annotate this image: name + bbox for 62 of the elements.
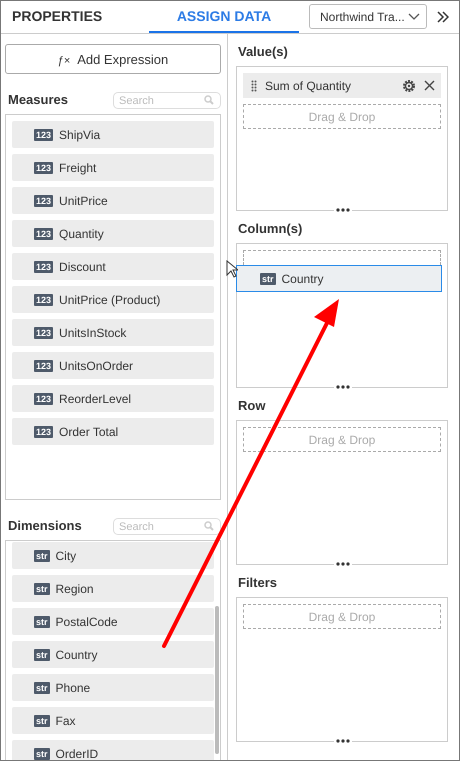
search-field[interactable]: Search (113, 92, 221, 109)
section-title: Dimensions (7, 518, 82, 532)
field-item[interactable]: str Fax (12, 707, 214, 734)
dragged-field: str Country (236, 265, 442, 292)
type-badge: str (34, 648, 50, 660)
section-title: Measures (7, 92, 68, 106)
resize-handle-icon[interactable] (334, 562, 352, 566)
settings-icon[interactable] (402, 78, 416, 92)
type-badge: str (260, 272, 276, 284)
search-icon (204, 520, 214, 530)
type-badge: 123 (34, 162, 54, 174)
assigned-field[interactable]: Sum of Quantity (243, 73, 441, 98)
field-item[interactable]: 123 Order Total (12, 418, 214, 445)
tab[interactable]: ASSIGN DATA (149, 1, 299, 33)
section-title: Row (238, 398, 266, 414)
type-badge: 123 (34, 392, 54, 404)
resize-handle-icon[interactable] (334, 208, 352, 212)
type-badge: str (34, 714, 50, 726)
type-badge: str (34, 550, 50, 562)
field-item[interactable]: 123 Quantity (12, 220, 214, 247)
cursor-icon (226, 260, 238, 278)
close-icon[interactable] (424, 80, 435, 91)
field-item[interactable]: 123 UnitsOnOrder (12, 352, 214, 379)
field-item[interactable]: 123 Freight (12, 154, 214, 181)
datasource-dropdown[interactable]: Northwind Tra... (309, 4, 427, 29)
type-badge: 123 (34, 426, 54, 438)
tab[interactable]: PROPERTIES (1, 1, 149, 33)
type-badge: str (34, 748, 50, 760)
field-item[interactable]: 123 UnitPrice (Product) (12, 286, 214, 313)
type-badge: 123 (34, 294, 54, 306)
field-item[interactable]: str PostalCode (12, 608, 214, 635)
section-title: Value(s) (238, 44, 289, 60)
type-badge: str (34, 582, 50, 594)
section-title: Column(s) (238, 221, 304, 237)
chevron-down-icon (408, 12, 420, 20)
type-badge: 123 (34, 228, 54, 240)
type-badge: 123 (34, 194, 54, 206)
field-item[interactable]: str City (12, 542, 214, 569)
search-field[interactable]: Search (113, 518, 221, 535)
type-badge: 123 (34, 326, 54, 338)
type-badge: 123 (34, 360, 54, 372)
double-chevron-right-icon[interactable] (437, 11, 449, 23)
type-badge: 123 (34, 260, 54, 272)
scrollbar[interactable] (215, 606, 219, 754)
field-item[interactable]: 123 UnitsInStock (12, 319, 214, 346)
field-item[interactable]: 123 ReorderLevel (12, 385, 214, 412)
field-item[interactable]: 123 ShipVia (12, 121, 214, 148)
section-title: Filters (238, 575, 278, 591)
field-item[interactable]: 123 UnitPrice (12, 187, 214, 214)
resize-handle-icon[interactable] (334, 385, 352, 389)
field-item[interactable]: 123 Discount (12, 253, 214, 280)
add-expression-button[interactable]: ƒ× Add Expression (5, 44, 221, 74)
field-item[interactable]: str Phone (12, 674, 214, 701)
search-icon (204, 94, 214, 104)
field-item[interactable]: str OrderID (12, 740, 214, 760)
type-badge: 123 (34, 128, 54, 140)
type-badge: str (34, 616, 50, 628)
resize-handle-icon[interactable] (334, 739, 352, 743)
type-badge: str (34, 682, 50, 694)
drag-handle-icon[interactable] (251, 80, 257, 92)
field-item[interactable]: str Country (12, 641, 214, 668)
field-item[interactable]: str Region (12, 575, 214, 602)
